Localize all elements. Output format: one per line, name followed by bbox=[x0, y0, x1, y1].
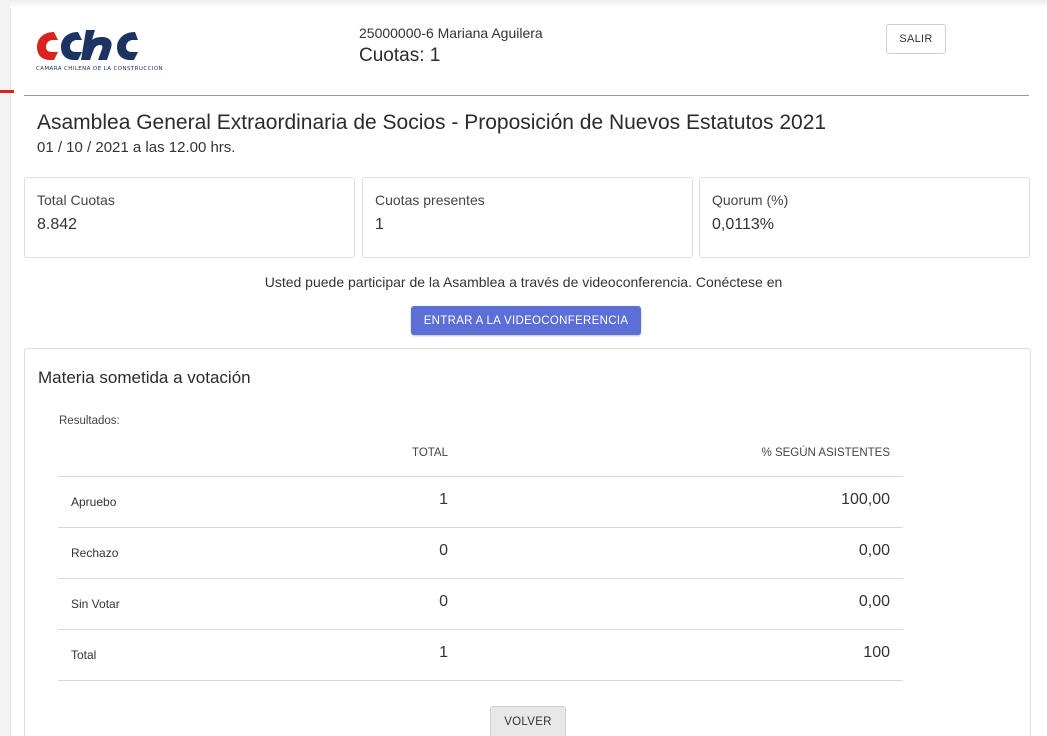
logo-text: CAMARA CHILENA DE LA CONSTRUCCION bbox=[36, 66, 164, 72]
row-label: Sin Votar bbox=[71, 597, 120, 611]
videoconference-note: Usted puede participar de la Asamblea a … bbox=[264, 274, 783, 290]
stat-card-quorum: Quorum (%) 0,0113% bbox=[699, 177, 1030, 258]
top-shadow bbox=[10, 0, 1047, 8]
results-table: TOTAL % SEGÚN ASISTENTES Apruebo 1 100,0… bbox=[58, 433, 903, 681]
left-edge bbox=[0, 0, 11, 736]
assembly-date: 01 / 10 / 2021 a las 12.00 hrs. bbox=[37, 139, 236, 156]
column-header-total: TOTAL bbox=[412, 447, 448, 459]
logout-button[interactable]: SALIR bbox=[886, 24, 946, 54]
row-pct: 0,00 bbox=[858, 542, 890, 559]
videoconference-button[interactable]: ENTRAR A LA VIDEOCONFERENCIA bbox=[411, 306, 641, 335]
row-label: Apruebo bbox=[71, 495, 117, 509]
page: CAMARA CHILENA DE LA CONSTRUCCION 250000… bbox=[0, 0, 1047, 736]
stat-value: 8.842 bbox=[37, 216, 78, 233]
table-row: Rechazo 0 0,00 bbox=[58, 528, 903, 579]
table-row: Apruebo 1 100,00 bbox=[58, 477, 903, 528]
row-total: 0 bbox=[439, 542, 448, 559]
back-button[interactable]: VOLVER bbox=[490, 706, 566, 736]
user-cuotas: Cuotas: 1 bbox=[359, 45, 441, 66]
cchc-logo[interactable]: CAMARA CHILENA DE LA CONSTRUCCION bbox=[34, 26, 184, 76]
table-row: Sin Votar 0 0,00 bbox=[58, 579, 903, 630]
cchc-logo-mark bbox=[37, 30, 138, 60]
row-total: 1 bbox=[439, 644, 448, 661]
row-pct: 0,00 bbox=[858, 593, 890, 610]
header: CAMARA CHILENA DE LA CONSTRUCCION 250000… bbox=[24, 8, 1029, 96]
user-name: 25000000-6 Mariana Aguilera bbox=[359, 25, 543, 41]
row-pct: 100 bbox=[863, 644, 890, 661]
voting-title: Materia sometida a votación bbox=[38, 368, 251, 387]
stat-label: Quorum (%) bbox=[712, 192, 789, 208]
row-label: Total bbox=[71, 648, 97, 662]
stat-label: Total Cuotas bbox=[37, 192, 115, 208]
row-pct: 100,00 bbox=[841, 491, 890, 508]
stat-card-cuotas-presentes: Cuotas presentes 1 bbox=[362, 177, 693, 258]
stat-value: 1 bbox=[375, 216, 384, 233]
stat-label: Cuotas presentes bbox=[375, 192, 485, 208]
row-total: 1 bbox=[439, 491, 448, 508]
stat-value: 0,0113% bbox=[712, 216, 774, 233]
stat-card-total-cuotas: Total Cuotas 8.842 bbox=[24, 177, 355, 258]
user-block: 25000000-6 Mariana Aguilera Cuotas: 1 bbox=[359, 25, 543, 67]
results-label: Resultados: bbox=[59, 415, 120, 427]
voting-panel: Materia sometida a votación Resultados: … bbox=[24, 348, 1031, 736]
table-header: TOTAL % SEGÚN ASISTENTES bbox=[58, 433, 903, 477]
column-header-pct: % SEGÚN ASISTENTES bbox=[761, 447, 890, 459]
red-accent bbox=[0, 90, 14, 93]
row-total: 0 bbox=[439, 593, 448, 610]
table-row-total: Total 1 100 bbox=[58, 630, 903, 681]
row-label: Rechazo bbox=[71, 546, 119, 560]
assembly-title: Asamblea General Extraordinaria de Socio… bbox=[37, 111, 827, 134]
